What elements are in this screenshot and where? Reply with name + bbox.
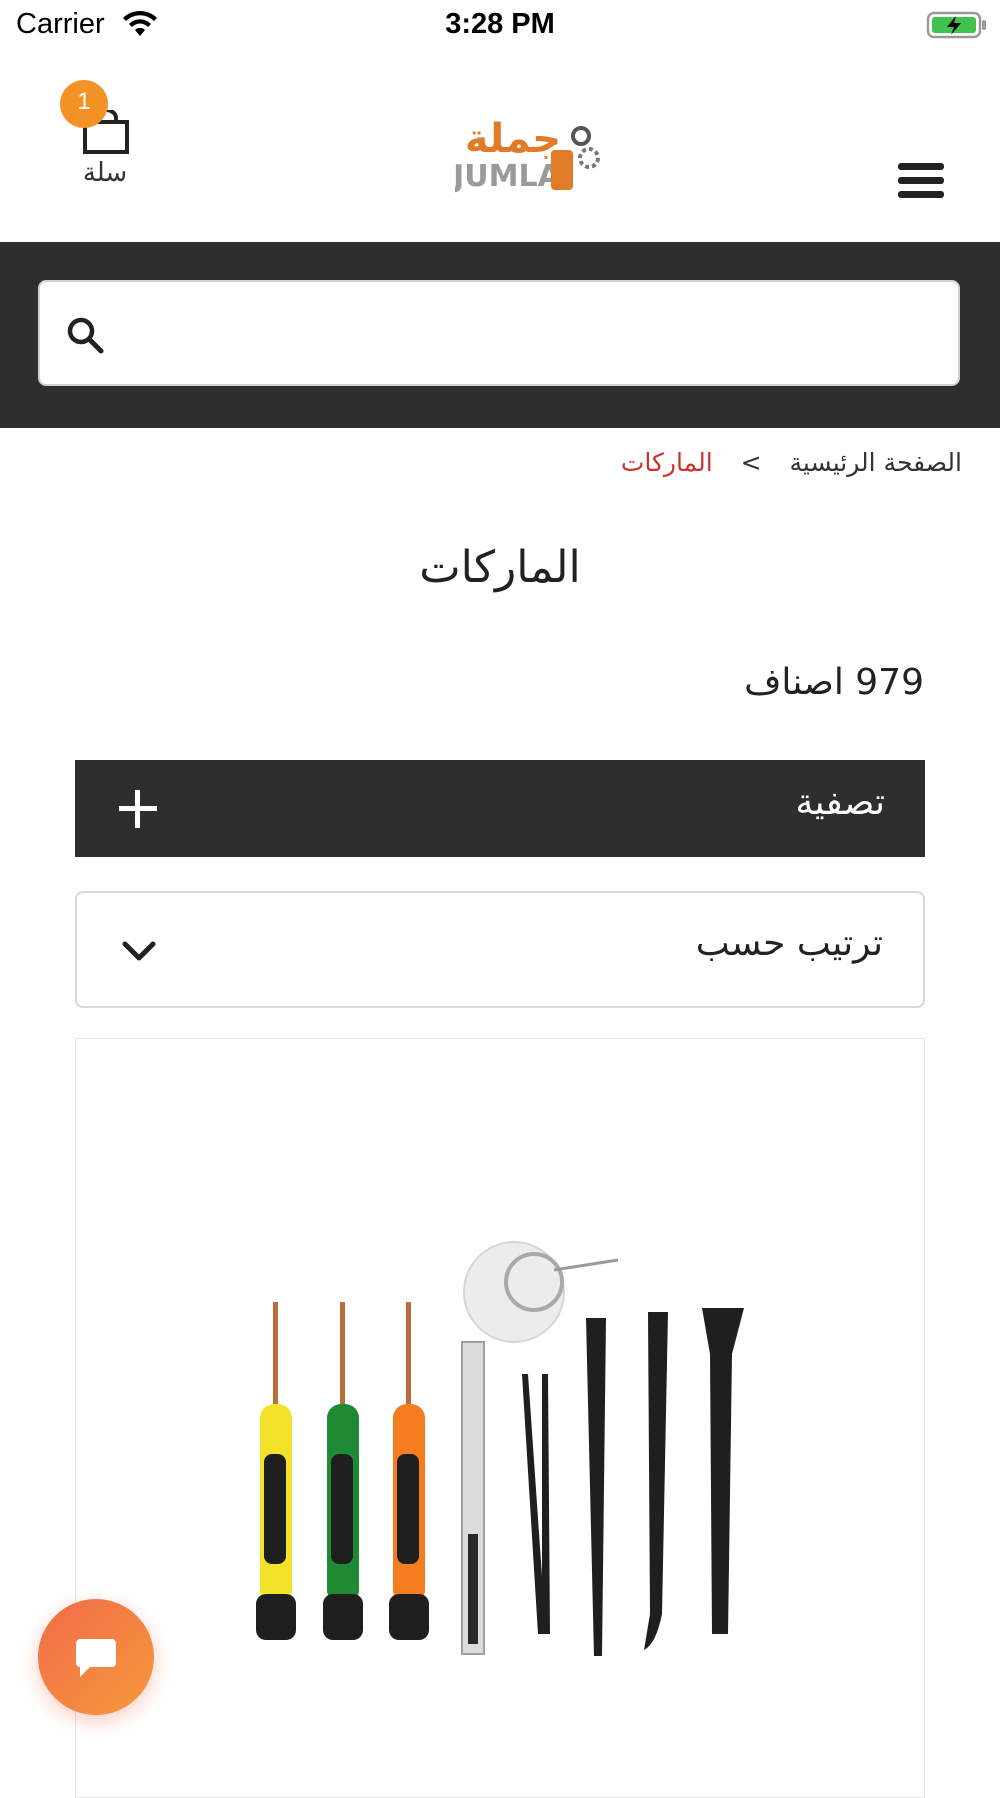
cart-label: سلة [82, 158, 128, 188]
breadcrumb-current: الماركات [620, 448, 713, 477]
search-input[interactable] [130, 300, 938, 372]
product-image[interactable] [236, 1234, 756, 1734]
plus-icon [119, 790, 157, 828]
status-bar: Carrier 3:28 PM [0, 0, 1000, 50]
jumla-logo[interactable]: جملة JUMLA [451, 110, 605, 230]
sort-dropdown[interactable]: ترتيب حسب [75, 891, 925, 1008]
product-card[interactable] [75, 1038, 925, 1798]
search-box[interactable] [38, 280, 960, 386]
search-icon[interactable] [66, 316, 104, 354]
cart-count-badge: 1 [60, 80, 108, 128]
battery-charging-icon [926, 11, 986, 39]
sort-label: ترتيب حسب [695, 923, 883, 964]
filter-toggle[interactable]: تصفية [75, 760, 925, 857]
chevron-down-icon [122, 941, 156, 961]
cart-button[interactable]: 1 سلة [0, 50, 200, 242]
search-bar-container [0, 242, 1000, 428]
hamburger-menu-icon[interactable] [898, 163, 948, 203]
svg-text:جملة: جملة [465, 116, 561, 162]
item-count: 979 اصناف [744, 662, 924, 703]
breadcrumb: الصفحة الرئيسية > الماركات [621, 448, 962, 477]
chat-button[interactable] [38, 1599, 154, 1715]
status-time: 3:28 PM [445, 8, 555, 40]
breadcrumb-separator: > [740, 448, 762, 477]
app-header: 1 سلة جملة JUMLA [0, 50, 1000, 242]
svg-text:JUMLA: JUMLA [455, 159, 562, 194]
jumla-logo-mark: جملة JUMLA [451, 116, 600, 194]
filter-label: تصفية [795, 782, 885, 823]
page-title: الماركات [419, 542, 581, 593]
breadcrumb-home-link[interactable]: الصفحة الرئيسية [790, 448, 963, 477]
chat-bubble-icon [76, 1639, 116, 1677]
